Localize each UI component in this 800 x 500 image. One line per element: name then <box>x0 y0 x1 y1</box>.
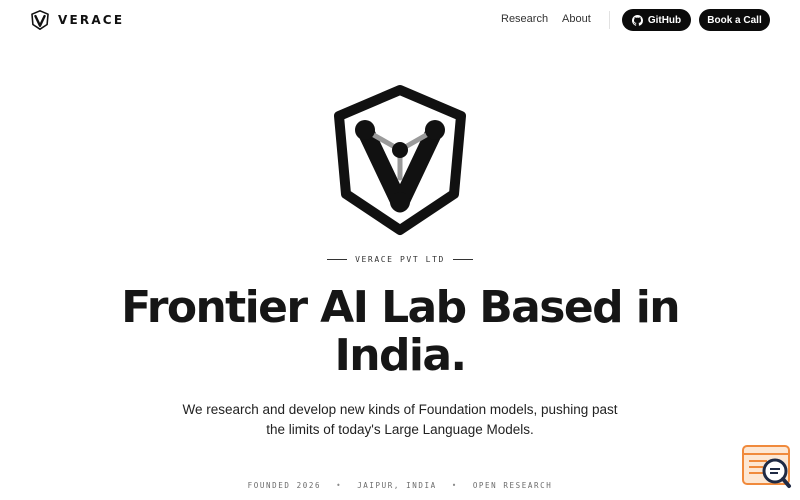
nav-link-research[interactable]: Research <box>501 13 548 25</box>
subtitle-line-2: the limits of today's Large Language Mod… <box>266 422 534 437</box>
github-button-label: GitHub <box>647 14 682 26</box>
nav-link-about[interactable]: About <box>562 13 591 25</box>
hero-headline: Frontier AI Lab Based in India. <box>100 284 700 380</box>
meta-separator: • <box>336 481 343 490</box>
subtitle-line-1: We research and develop new kinds of Fou… <box>182 402 618 417</box>
headline-line-2: India. <box>334 330 467 381</box>
nav-divider <box>609 11 610 29</box>
github-icon <box>631 14 643 26</box>
meta-open-research: OPEN RESEARCH <box>472 481 553 490</box>
meta-separator: • <box>451 481 458 490</box>
search-chat-widget[interactable] <box>741 444 793 490</box>
brand-name: VERACE <box>58 13 125 27</box>
book-a-call-button[interactable]: Book a Call <box>699 9 770 31</box>
meta-founded: FOUNDED 2026 <box>247 481 322 490</box>
company-name-label: VERACE PVT LTD <box>355 255 445 264</box>
github-button[interactable]: GitHub <box>622 9 691 31</box>
brand-home-link[interactable]: VERACE <box>31 10 124 30</box>
company-eyebrow: VERACE PVT LTD <box>0 255 800 264</box>
hero-subtitle: We research and develop new kinds of Fou… <box>180 400 620 440</box>
meta-location: JAIPUR, INDIA <box>357 481 437 490</box>
eyebrow-rule-left <box>327 259 348 260</box>
verace-hero-logo-icon <box>334 85 466 235</box>
verace-logo-icon <box>31 10 49 30</box>
company-meta: FOUNDED 2026 • JAIPUR, INDIA • OPEN RESE… <box>0 481 800 490</box>
eyebrow-rule-right <box>452 259 473 260</box>
top-nav: VERACE Research About GitHub Book a Call <box>0 0 800 40</box>
headline-line-1: Frontier AI Lab Based in <box>121 282 680 333</box>
search-chat-widget-icon <box>742 445 791 488</box>
